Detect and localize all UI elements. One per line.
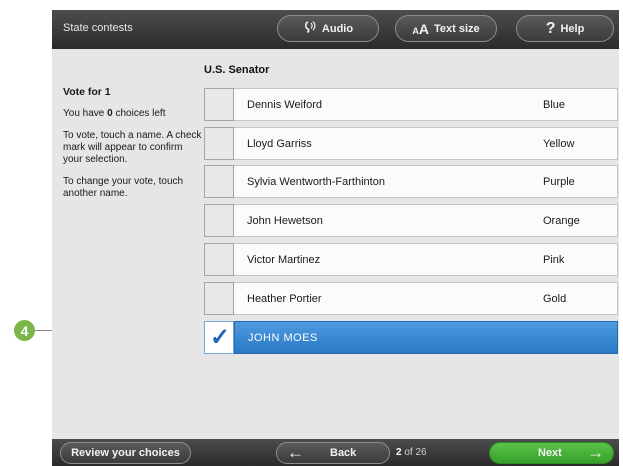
choices-prefix: You have (63, 108, 105, 119)
candidate-button[interactable]: Victor Martinez Pink (234, 243, 618, 276)
audio-label: Audio (321, 22, 354, 35)
page-current: 2 (396, 447, 402, 458)
top-bar: State contests Audio AA Text size ? Help (52, 10, 619, 49)
next-arrow-icon: → (587, 443, 604, 462)
candidate-row[interactable]: Dennis Weiford Blue (204, 88, 618, 121)
candidate-row[interactable]: Victor Martinez Pink (204, 243, 618, 276)
review-label: Review your choices (71, 447, 180, 459)
text-size-icon: AA (412, 20, 429, 37)
candidate-checkbox[interactable] (204, 282, 234, 315)
candidate-checkbox[interactable] (204, 165, 234, 198)
page-indicator: 2 of 26 (396, 447, 427, 458)
candidate-row[interactable]: Sylvia Wentworth-Farthinton Purple (204, 165, 618, 198)
text-size-button[interactable]: AA Text size (395, 15, 497, 42)
candidate-name: Lloyd Garriss (247, 138, 312, 150)
choices-suffix: choices left (115, 108, 166, 119)
callout-number: 4 (20, 322, 29, 339)
candidate-row[interactable]: John Hewetson Orange (204, 204, 618, 237)
vote-for-label: Vote for 1 (63, 86, 111, 98)
candidate-party: Yellow (543, 138, 575, 150)
candidate-checkbox[interactable] (204, 127, 234, 160)
back-button[interactable]: ← Back (276, 442, 390, 464)
next-button[interactable]: Next → (489, 442, 614, 464)
help-button[interactable]: ? Help (516, 15, 614, 42)
choices-count: 0 (107, 108, 113, 119)
candidate-button[interactable]: Lloyd Garriss Yellow (234, 127, 618, 160)
voting-screen: State contests Audio AA Text size ? Help… (52, 10, 619, 466)
candidate-checkbox[interactable] (204, 88, 234, 121)
candidate-party: Pink (543, 254, 565, 266)
candidate-name: Heather Portier (247, 293, 322, 305)
candidate-name: Victor Martinez (247, 254, 321, 266)
candidate-party: Gold (543, 293, 567, 305)
callout-badge: 4 (14, 320, 35, 341)
office-title: U.S. Senator (204, 64, 270, 76)
candidate-name: Sylvia Wentworth-Farthinton (247, 176, 385, 188)
next-label: Next (538, 447, 562, 459)
candidate-party: Blue (543, 99, 566, 111)
candidate-name: JOHN MOES (248, 332, 318, 344)
change-instructions: To change your vote, touch another name. (63, 176, 184, 199)
instructions-panel: Vote for 1 You have 0 choices left To vo… (63, 86, 203, 210)
help-label: Help (560, 22, 585, 35)
candidate-name: Dennis Weiford (247, 99, 322, 111)
candidate-checkbox-checked[interactable]: ✓ (204, 321, 234, 354)
back-label: Back (330, 447, 357, 459)
page-title: State contests (63, 22, 133, 34)
candidate-button[interactable]: John Hewetson Orange (234, 204, 618, 237)
back-arrow-icon: ← (287, 443, 304, 462)
candidate-button[interactable]: Heather Portier Gold (234, 282, 618, 315)
choices-left-text: You have 0 choices left (63, 108, 203, 120)
candidate-row[interactable]: Heather Portier Gold (204, 282, 618, 315)
candidate-button[interactable]: Sylvia Wentworth-Farthinton Purple (234, 165, 618, 198)
text-size-label: Text size (433, 22, 480, 35)
candidate-party: Orange (543, 215, 580, 227)
audio-icon (303, 20, 317, 37)
candidate-name: John Hewetson (247, 215, 323, 227)
candidate-party: Purple (543, 176, 575, 188)
candidate-checkbox[interactable] (204, 243, 234, 276)
candidate-button[interactable]: Dennis Weiford Blue (234, 88, 618, 121)
candidate-row[interactable]: Lloyd Garriss Yellow (204, 127, 618, 160)
review-choices-button[interactable]: Review your choices (60, 442, 191, 464)
candidate-button[interactable]: JOHN MOES (234, 321, 618, 354)
bottom-bar: Review your choices ← Back 2 of 26 Next … (52, 439, 619, 466)
touch-instructions: To vote, touch a name. A check mark will… (63, 130, 202, 165)
audio-button[interactable]: Audio (277, 15, 379, 42)
candidate-row-selected[interactable]: ✓ JOHN MOES (204, 321, 618, 354)
checkmark-icon: ✓ (210, 324, 231, 351)
page-of: of 26 (404, 447, 427, 458)
help-icon: ? (545, 19, 556, 37)
candidate-checkbox[interactable] (204, 204, 234, 237)
